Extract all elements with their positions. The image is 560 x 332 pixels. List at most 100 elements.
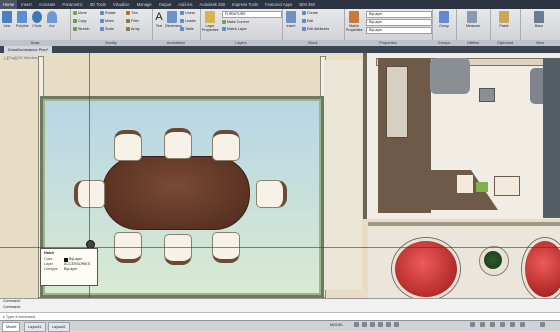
snap-icon[interactable] [362,322,367,327]
ribbon-tab-3d-tools[interactable]: 3D Tools [87,0,109,9]
isolate-icon[interactable] [500,322,505,327]
base-button[interactable]: Base [533,11,545,28]
edit-icon [302,19,306,24]
chair [164,128,192,159]
chair [114,130,142,161]
ribbon-tab-bim-360[interactable]: BIM 360 [296,0,318,9]
tooltip-row: Linetype ByLayer [44,267,78,271]
color-dropdown[interactable]: ByLayer [366,11,432,18]
copy-button[interactable]: Copy [73,19,86,24]
trim-button[interactable]: Trim [126,11,138,16]
osnap-icon[interactable] [386,322,391,327]
edit-attributes-button[interactable]: Edit Attributes [302,27,329,32]
stretch-button[interactable]: Stretch [73,27,89,32]
plant-icon [476,182,488,192]
chair [212,130,240,161]
ortho-icon[interactable] [370,322,375,327]
create-button[interactable]: Create [302,11,318,16]
annotation-group: A Text Dimension Linear Leader Table Anno… [152,9,201,46]
array-icon [126,27,130,32]
refrigerator [386,66,408,138]
ribbon-tabs: Home Insert Annotate Parametric 3D Tools Visu… [0,0,318,9]
view-group: Base View [520,9,560,46]
array-button[interactable]: Array [126,27,140,32]
text-icon: A [155,11,163,23]
mirror-icon [100,19,104,24]
circle-icon [32,11,42,23]
command-prompt: Type a command [5,315,36,319]
file-tab[interactable]: DrawDominance Plan* [4,46,53,53]
edit-button[interactable]: Edit [302,19,313,24]
ribbon-tab-visualize[interactable]: Visualize [110,0,133,9]
scale-button[interactable]: Scale [100,27,114,32]
ribbon-tab-parametric[interactable]: Parametric [59,0,85,9]
color-swatch-icon [64,257,68,262]
mirror-button[interactable]: Mirror [100,19,114,24]
tab-layout1[interactable]: Layout1 [24,322,46,332]
hallway [324,60,362,290]
dimension-button[interactable]: Dimension [165,11,182,28]
layer-dropdown[interactable]: FURNITURE [222,11,282,18]
match-properties-button[interactable]: Match Properties [346,11,362,32]
table-button[interactable]: Table [180,27,194,32]
tab-layout2[interactable]: Layout2 [48,322,70,332]
polyline-icon [17,11,27,23]
clipboard-group: Paste Clipboard [490,9,521,46]
copy-icon [73,19,77,24]
layer-properties-button[interactable]: Layer Properties [202,11,218,32]
fullscreen-icon[interactable] [520,322,525,327]
tab-model[interactable]: Model [2,322,21,332]
linetype-dropdown[interactable]: ByLayer [366,27,432,34]
ribbon-tab-annotate[interactable]: Annotate [36,0,59,9]
lock-icon[interactable] [490,322,495,327]
arc-button[interactable]: Arc [46,11,58,28]
table-icon [180,27,184,32]
move-button[interactable]: Move [73,11,87,16]
leader-icon [180,19,184,24]
line-button[interactable]: Line [1,11,13,28]
ribbon-tab-home[interactable]: Home [0,0,18,9]
ribbon-tab-output[interactable]: Output [156,0,175,9]
annotation-scale-icon[interactable] [470,322,475,327]
ribbon-tab-express-tools[interactable]: Express Tools [229,0,261,9]
circle-button[interactable]: Circle [31,11,43,28]
paste-button[interactable]: Paste [498,11,510,28]
create-icon [302,11,306,16]
leader-button[interactable]: Leader [180,19,196,24]
polar-icon[interactable] [378,322,383,327]
customize-menu-icon[interactable] [540,322,545,327]
linear-button[interactable]: Linear [180,11,195,16]
rotate-button[interactable]: Rotate [100,11,116,16]
ribbon-tab-manage[interactable]: Manage [134,0,155,9]
dining-table [102,156,250,230]
potted-plant-icon [484,251,502,269]
ribbon-tab-insert[interactable]: Insert [18,0,34,9]
insert-button[interactable]: Insert [285,11,297,28]
measure-button[interactable]: Measure [466,11,480,28]
workspace-gear-icon[interactable] [480,322,485,327]
lineweight-icon[interactable] [394,322,399,327]
ribbon-tab-autodesk-360[interactable]: Autodesk 360 [197,0,229,9]
ribbon: Line Polyline Circle Arc Draw Move Rotat… [0,9,560,47]
model-space-indicator[interactable]: MODEL [330,321,344,329]
ribbon-tab-add-ins[interactable]: Add-ins [175,0,195,9]
polyline-button[interactable]: Polyline [16,11,29,28]
base-icon [534,11,544,23]
ribbon-tab-featured-apps[interactable]: Featured Apps [262,0,295,9]
file-tab-bar [0,46,560,53]
grid-icon[interactable] [354,322,359,327]
hardware-acceleration-icon[interactable] [510,322,515,327]
cooktop [479,88,495,102]
layers-group: Layer Properties FURNITURE Make Current … [200,9,283,46]
make-current-button[interactable]: Make Current [222,20,249,25]
match-layer-button[interactable]: Match Layer [222,27,247,32]
draw-group: Line Polyline Circle Arc Draw [0,9,71,46]
lineweight-dropdown[interactable]: ByLayer [366,19,432,26]
trim-icon [126,11,130,16]
edit-attributes-icon [302,27,306,32]
text-button[interactable]: A Text [153,11,165,28]
measure-icon [467,11,477,23]
group-button[interactable]: Group [438,11,450,28]
fillet-button[interactable]: Fillet [126,19,139,24]
rollover-tooltip: Hatch Color ByLayer Layer ACCESSORIES Line… [40,248,98,286]
